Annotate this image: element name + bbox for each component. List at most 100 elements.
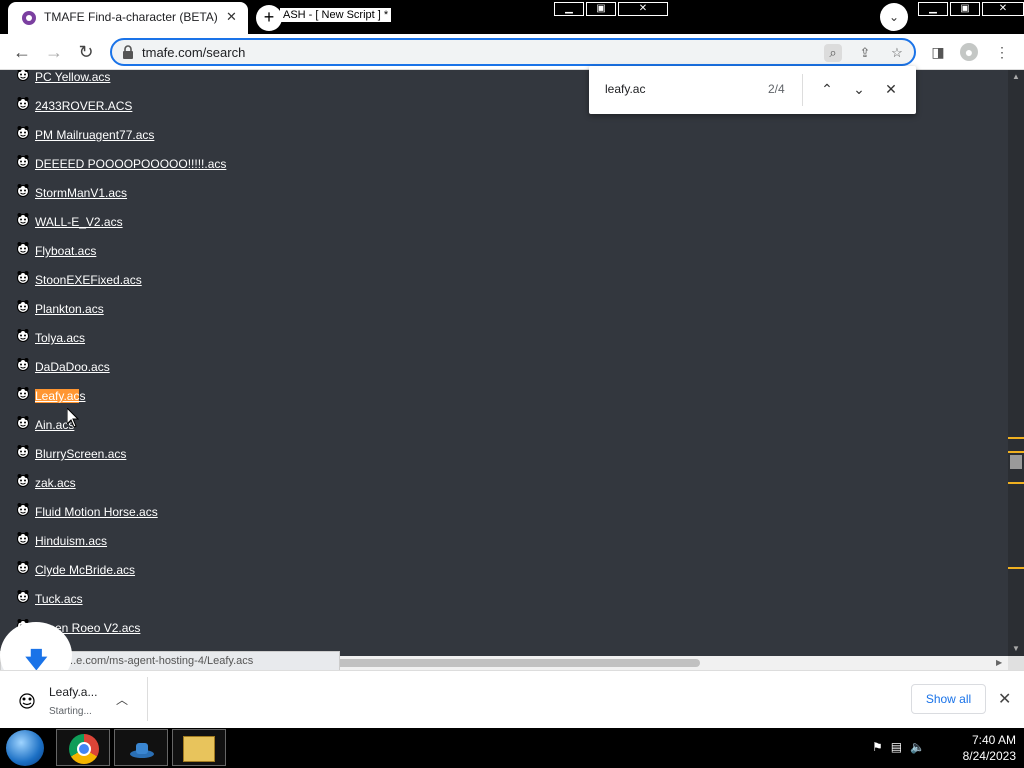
bookmark-star-icon[interactable]: ☆	[888, 44, 906, 62]
menu-kebab-icon[interactable]: ⋮	[993, 43, 1011, 61]
ms-agent-icon	[16, 444, 30, 458]
ms-agent-icon	[16, 270, 30, 284]
maximize-icon[interactable]: ▣	[950, 2, 980, 16]
character-link[interactable]: WALL-E_V2.acs	[35, 215, 123, 229]
shelf-divider	[147, 677, 148, 721]
minimize-icon[interactable]: ▁	[918, 2, 948, 16]
side-panel-icon[interactable]: ◨	[929, 43, 947, 61]
reload-icon[interactable]: ↻	[76, 42, 96, 62]
character-link[interactable]: Clyde McBride.acs	[35, 563, 135, 577]
find-in-page-icon[interactable]: ⌕	[824, 44, 842, 62]
page-content: PC Yellow.acs 2433ROVER.ACS PM Mailruagent…	[0, 70, 1008, 656]
taskbar: ⚑ ▤ 🔈 7:40 AM 8/24/2023	[0, 728, 1024, 768]
ms-agent-icon	[16, 299, 30, 313]
taskbar-agent[interactable]	[114, 729, 168, 766]
character-link[interactable]: Hinduism.acs	[35, 534, 107, 548]
scroll-up-icon[interactable]: ▲	[1012, 72, 1020, 81]
lock-icon	[123, 45, 133, 59]
character-link[interactable]: DEEEED POOOOPOOOOO!!!!!.acs	[35, 157, 226, 171]
profile-avatar-icon[interactable]: ●	[960, 43, 978, 61]
ms-agent-icon	[16, 70, 30, 81]
browser-toolbar: ← → ↻ tmafe.com/search ⌕ ⇪ ☆ ◨ ● ⋮	[0, 34, 1024, 70]
url-text: tmafe.com/search	[142, 45, 246, 60]
character-link[interactable]: zak.acs	[35, 476, 76, 490]
find-match-marker	[1008, 567, 1024, 569]
taskbar-chrome[interactable]	[56, 729, 110, 766]
find-input[interactable]: leafy.ac	[605, 82, 645, 96]
find-highlight: Leafy.ac	[35, 389, 80, 403]
tab-close-icon[interactable]: ✕	[226, 9, 237, 25]
close-icon[interactable]: ✕	[982, 2, 1024, 16]
ms-agent-icon	[16, 154, 30, 168]
find-divider	[802, 74, 803, 106]
close-icon[interactable]: ✕	[618, 2, 668, 16]
address-bar[interactable]: tmafe.com/search ⌕ ⇪ ☆	[110, 38, 916, 66]
forward-arrow-icon[interactable]: →	[44, 42, 64, 62]
share-icon[interactable]: ⇪	[856, 44, 874, 62]
tab-search-icon[interactable]: ⌄	[880, 3, 908, 31]
character-link[interactable]: Plankton.acs	[35, 302, 104, 316]
ms-agent-icon	[16, 183, 30, 197]
ms-agent-icon	[16, 125, 30, 139]
ms-agent-icon	[16, 328, 30, 342]
tmafe-favicon-icon	[22, 11, 36, 25]
find-match-marker	[1008, 437, 1024, 439]
taskbar-explorer[interactable]	[172, 729, 226, 766]
ms-agent-icon	[16, 212, 30, 226]
find-match-marker	[1008, 482, 1024, 484]
clock-time: 7:40 AM	[971, 733, 1016, 747]
clock-date: 8/24/2023	[962, 749, 1016, 763]
character-link[interactable]: StormManV1.acs	[35, 186, 127, 200]
browser-window-controls: ▁ ▣ ✕	[918, 2, 1024, 18]
character-link[interactable]: PM Mailruagent77.acs	[35, 128, 154, 142]
character-link[interactable]: Fluid Motion Horse.acs	[35, 505, 158, 519]
ms-agent-icon	[16, 386, 30, 400]
character-link[interactable]: PC Yellow.acs	[35, 70, 110, 84]
clock[interactable]: 7:40 AM 8/24/2023	[946, 732, 1016, 764]
ms-agent-icon	[16, 473, 30, 487]
ms-agent-icon	[16, 241, 30, 255]
scroll-down-icon[interactable]: ▼	[1012, 644, 1020, 653]
show-all-button[interactable]: Show all	[911, 684, 986, 714]
tab-tmafe[interactable]: TMAFE Find-a-character (BETA) ✕	[8, 2, 248, 34]
find-match-count: 2/4	[768, 82, 785, 96]
ms-agent-icon	[16, 502, 30, 516]
ms-agent-icon	[16, 531, 30, 545]
character-link[interactable]: DaDaDoo.acs	[35, 360, 110, 374]
close-shelf-icon[interactable]: ✕	[998, 689, 1011, 709]
volume-icon[interactable]: 🔈	[910, 740, 925, 754]
scrollbar-thumb[interactable]	[1010, 455, 1022, 469]
next-match-icon[interactable]: ⌄	[850, 80, 868, 98]
character-link[interactable]: Leafy.acs	[35, 389, 85, 403]
character-link[interactable]: StoonEXEFixed.acs	[35, 273, 142, 287]
ms-agent-icon	[19, 693, 35, 709]
character-link[interactable]: Flyboat.acs	[35, 244, 96, 258]
title-bar: TMAFE Find-a-character (BETA) ✕ + ASH - …	[0, 0, 1024, 34]
back-arrow-icon[interactable]: ←	[12, 42, 32, 62]
character-link[interactable]: 2433ROVER.ACS	[35, 99, 132, 113]
character-link[interactable]: Tuck.acs	[35, 592, 83, 606]
download-status: Starting...	[49, 706, 92, 717]
chrome-icon	[69, 734, 99, 764]
character-link[interactable]: Tolya.acs	[35, 331, 85, 345]
new-tab-button[interactable]: +	[256, 5, 282, 31]
network-icon[interactable]: ▤	[891, 740, 902, 754]
close-find-icon[interactable]: ✕	[882, 80, 900, 98]
minimize-icon[interactable]: ▁	[554, 2, 584, 16]
vertical-scrollbar[interactable]: ▲ ▼	[1008, 70, 1024, 656]
previous-match-icon[interactable]: ⌃	[818, 80, 836, 98]
ms-agent-hat-icon	[130, 743, 154, 758]
scrollbar-corner	[1008, 656, 1024, 670]
flag-icon[interactable]: ⚑	[872, 740, 883, 754]
mouse-cursor-icon	[67, 408, 79, 428]
scroll-right-icon[interactable]: ▶	[996, 658, 1002, 667]
maximize-icon[interactable]: ▣	[586, 2, 616, 16]
ms-agent-icon	[16, 589, 30, 603]
ash-window-controls: ▁ ▣ ✕	[554, 2, 668, 18]
screen: TMAFE Find-a-character (BETA) ✕ + ASH - …	[0, 0, 1024, 768]
character-link[interactable]: BlurryScreen.acs	[35, 447, 126, 461]
ms-agent-icon	[16, 357, 30, 371]
download-filename[interactable]: Leafy.a...	[49, 685, 97, 699]
chevron-up-icon[interactable]: ︿	[116, 691, 128, 708]
start-button[interactable]	[6, 730, 44, 766]
